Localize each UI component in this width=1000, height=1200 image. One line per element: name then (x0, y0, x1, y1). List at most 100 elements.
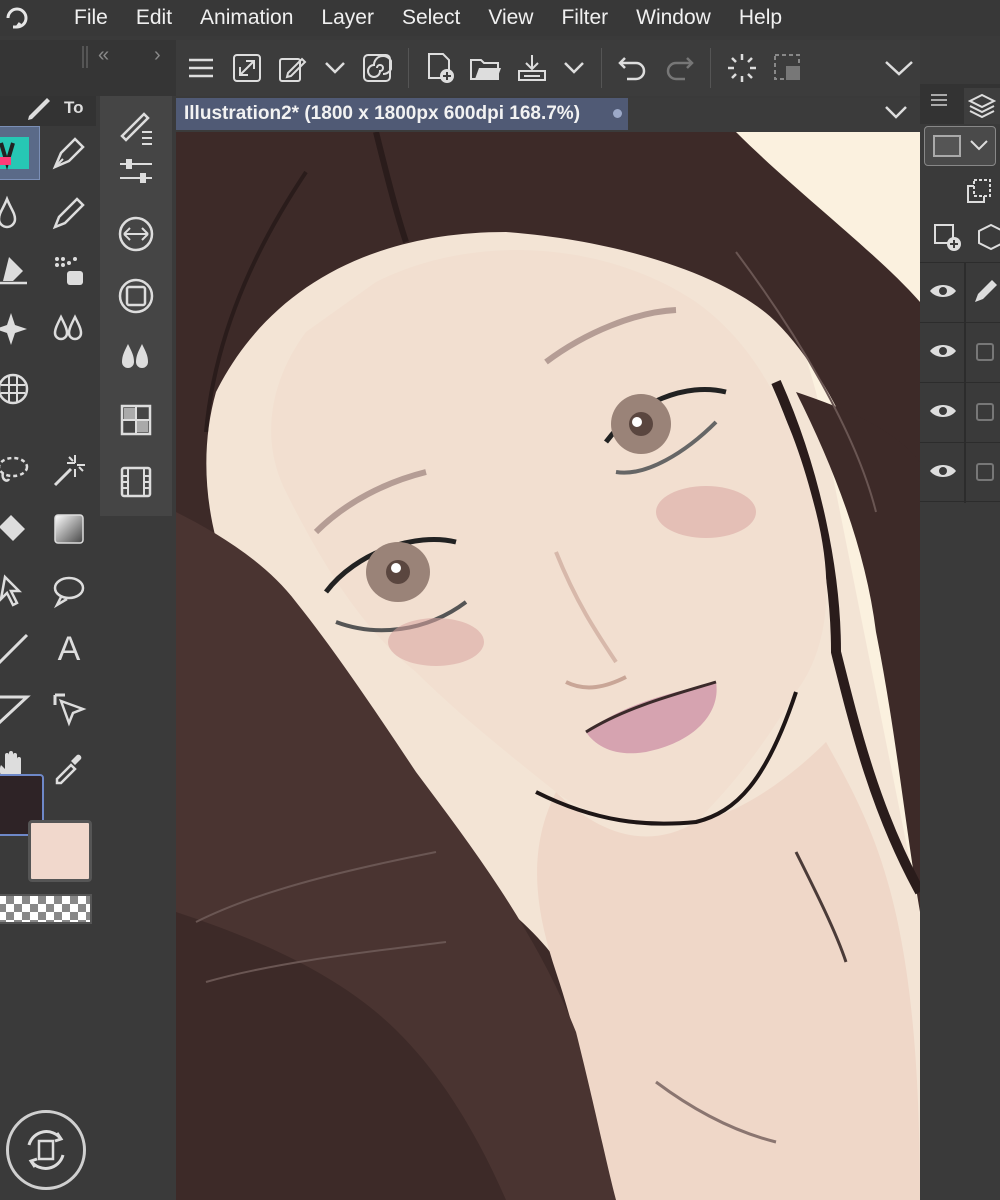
selection-icon[interactable] (765, 40, 811, 96)
menu-animation[interactable]: Animation (186, 0, 307, 36)
blend-mode-select[interactable] (924, 126, 996, 166)
layer-divider (964, 383, 966, 443)
menu-edit[interactable]: Edit (122, 0, 186, 36)
redo-icon[interactable] (656, 40, 702, 96)
layer-divider (964, 443, 966, 503)
command-icons (178, 40, 811, 96)
dropdown-icon[interactable] (555, 40, 593, 96)
canvas-tab-bar: Illustration2* (1800 x 1800px 600dpi 168… (176, 98, 920, 132)
fill-bucket-icon[interactable] (0, 502, 40, 556)
menu-window[interactable]: Window (622, 0, 725, 36)
collapse-left-icon[interactable]: « (98, 44, 109, 67)
layer-panel (920, 40, 1000, 1200)
open-folder-icon[interactable] (463, 40, 509, 96)
pencil-icon[interactable] (42, 186, 96, 240)
pen-icon[interactable] (42, 126, 96, 180)
tool-panel: To A (0, 96, 96, 1200)
3d-figure-icon[interactable] (0, 362, 40, 416)
chevron-down-icon[interactable] (884, 104, 908, 125)
canvas-tab[interactable]: Illustration2* (1800 x 1800px 600dpi 168… (176, 98, 628, 130)
undo-icon[interactable] (610, 40, 656, 96)
eye-icon[interactable] (928, 341, 958, 361)
copy-layer-icon[interactable] (964, 178, 992, 211)
new-layer-icon[interactable] (932, 222, 962, 257)
canvas[interactable] (176, 132, 920, 1200)
hamburger-menu-icon[interactable] (178, 40, 224, 96)
layer-divider (964, 263, 966, 323)
layer-row[interactable] (920, 442, 1000, 503)
layers-icon[interactable] (964, 88, 1000, 124)
clip-studio-logo-icon[interactable] (0, 0, 34, 36)
gradient-icon[interactable] (42, 502, 96, 556)
transparent-color-swatch[interactable] (0, 894, 92, 924)
rotate-sync-icon[interactable] (6, 1110, 86, 1190)
layer-panel-header (920, 84, 1000, 124)
move-icon[interactable] (0, 564, 40, 618)
ruler-icon[interactable] (0, 682, 40, 736)
pencil-tab-icon (28, 98, 50, 120)
blend-drops-icon[interactable] (100, 330, 172, 386)
eraser-icon[interactable] (0, 244, 40, 298)
eye-icon[interactable] (928, 401, 958, 421)
pen-icon (975, 280, 997, 302)
layer-checkbox[interactable] (976, 403, 994, 421)
animation-timeline-icon[interactable] (100, 454, 172, 510)
navigator-icon[interactable] (100, 206, 172, 262)
menu-select[interactable]: Select (388, 0, 474, 36)
menu-filter[interactable]: Filter (547, 0, 622, 36)
menu-bar: File Edit Animation Layer Select View Fi… (0, 0, 1000, 36)
layer-checkbox[interactable] (976, 343, 994, 361)
magic-wand-icon[interactable] (42, 444, 96, 498)
text-icon[interactable]: A (42, 622, 96, 676)
menu-file[interactable]: File (34, 0, 122, 36)
drag-handle[interactable] (82, 46, 88, 68)
sub-tool-column (100, 96, 172, 516)
blend-mode-swatch (933, 135, 961, 157)
eye-icon[interactable] (928, 461, 958, 481)
layer-divider (964, 323, 966, 383)
airbrush-icon[interactable] (42, 244, 96, 298)
color-set-icon[interactable] (100, 392, 172, 448)
eye-icon[interactable] (928, 281, 958, 301)
chevron-down-icon (970, 140, 988, 151)
panel-menu-icon[interactable] (930, 92, 948, 113)
save-icon[interactable] (509, 40, 555, 96)
expand-right-icon[interactable]: › (154, 44, 161, 67)
layer-row[interactable] (920, 382, 1000, 443)
collapse-icon[interactable] (876, 40, 922, 96)
eyedropper-icon[interactable] (42, 740, 96, 794)
resize-icon[interactable] (224, 40, 270, 96)
artwork-illustration (176, 132, 920, 1200)
line-icon[interactable] (0, 622, 40, 676)
toolbar-divider (710, 48, 711, 88)
water-drops-icon[interactable] (42, 302, 96, 356)
square-circle-icon[interactable] (100, 268, 172, 324)
speech-balloon-icon[interactable] (42, 564, 96, 618)
app-window: File Edit Animation Layer Select View Fi… (0, 0, 1000, 1200)
menu-help[interactable]: Help (725, 0, 796, 36)
unsaved-indicator (613, 109, 622, 118)
edit-transform-icon[interactable] (270, 40, 316, 96)
3d-layer-icon[interactable] (976, 222, 1000, 257)
sparkle-icon[interactable] (0, 302, 40, 356)
new-canvas-icon[interactable] (417, 40, 463, 96)
toolbar-divider (601, 48, 602, 88)
tool-tab[interactable]: To (0, 96, 96, 126)
layer-checkbox[interactable] (976, 463, 994, 481)
sub-color-swatch[interactable] (28, 820, 92, 882)
command-bar: « › (0, 40, 1000, 96)
dropdown-icon[interactable] (316, 40, 354, 96)
layer-row[interactable] (920, 262, 1000, 323)
panel-collapse-strip: « › (0, 40, 176, 96)
menu-view[interactable]: View (474, 0, 547, 36)
layer-row[interactable] (920, 322, 1000, 383)
menu-layer[interactable]: Layer (307, 0, 388, 36)
lasso-icon[interactable] (0, 444, 40, 498)
adjust-sliders-icon[interactable] (100, 144, 172, 200)
tool-tab-label: To (64, 98, 84, 117)
loading-icon[interactable] (719, 40, 765, 96)
blend-icon[interactable] (0, 186, 40, 240)
operation-icon[interactable] (42, 682, 96, 736)
tool-set-icon[interactable] (0, 126, 40, 180)
spiral-icon[interactable] (354, 40, 400, 96)
